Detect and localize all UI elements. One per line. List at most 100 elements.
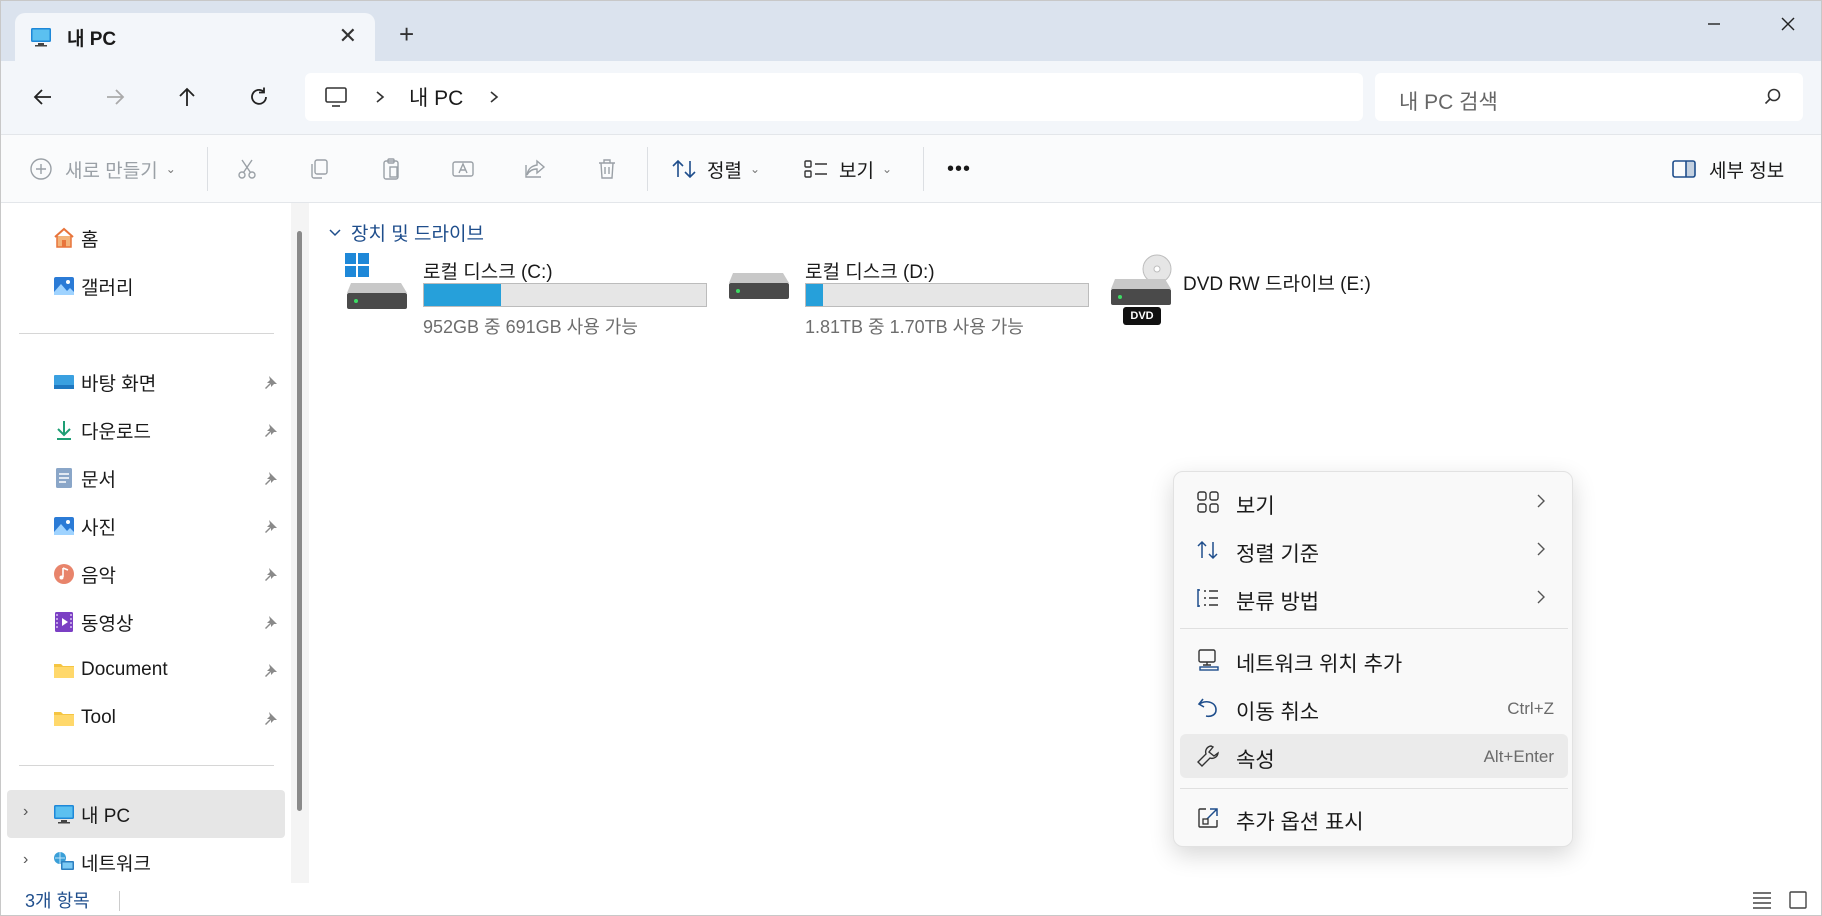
search-icon[interactable]: [1763, 87, 1783, 107]
sidebar-item-music[interactable]: 음악: [51, 553, 116, 595]
chevron-right-icon: [1537, 542, 1545, 556]
breadcrumb-my-pc[interactable]: 내 PC: [409, 82, 463, 112]
divider: [19, 765, 274, 766]
tiles-view-icon[interactable]: [1787, 889, 1809, 911]
rename-button[interactable]: [451, 135, 475, 203]
maximize-button[interactable]: [1681, 1, 1751, 47]
menu-item-show-more-options[interactable]: 추가 옵션 표시: [1180, 796, 1568, 840]
copy-button[interactable]: [307, 135, 331, 203]
pin-icon[interactable]: [263, 710, 279, 726]
pin-icon[interactable]: [263, 614, 279, 630]
title-bar: 내 PC ✕ +: [1, 1, 1821, 61]
hard-drive-icon: [729, 273, 789, 299]
sidebar-item-gallery[interactable]: 갤러리: [51, 265, 133, 307]
divider: [647, 147, 648, 191]
details-pane-button[interactable]: 세부 정보: [1671, 135, 1784, 203]
up-button[interactable]: [169, 79, 205, 115]
status-bar: 3개 항목: [1, 883, 1821, 915]
forward-button[interactable]: [97, 79, 133, 115]
open-external-icon: [1198, 808, 1218, 828]
group-header-devices[interactable]: 장치 및 드라이브: [327, 219, 484, 246]
drive-e-dvd[interactable]: DVD DVD RW 드라이브 (E:): [1109, 253, 1529, 343]
sidebar-item-network[interactable]: 네트워크: [51, 841, 151, 883]
more-options-button[interactable]: •••: [947, 135, 971, 203]
chevron-down-icon: ⌄: [749, 162, 761, 176]
sidebar-item-label: 문서: [81, 469, 116, 491]
pin-icon[interactable]: [263, 662, 279, 678]
folder-icon: [51, 657, 77, 683]
sidebar-item-label: Tool: [81, 707, 116, 728]
menu-item-add-network-location[interactable]: 네트워크 위치 추가: [1180, 638, 1568, 682]
menu-item-sort-by[interactable]: 정렬 기준: [1180, 528, 1568, 572]
sort-button[interactable]: 정렬 ⌄: [671, 135, 760, 203]
menu-item-label: 이동 취소: [1236, 701, 1320, 724]
drive-usage-bar: [805, 283, 1089, 307]
sidebar-item-pictures[interactable]: 사진: [51, 505, 116, 547]
sidebar-scrollbar[interactable]: [291, 203, 309, 883]
sidebar-item-home[interactable]: 홈: [51, 217, 98, 259]
menu-item-properties[interactable]: 속성 Alt+Enter: [1180, 734, 1568, 778]
sidebar-item-documents[interactable]: 문서: [51, 457, 116, 499]
context-menu: 보기 정렬 기준 분류 방법 네트워크 위치 추가 이동 취소 Ctrl+Z 속…: [1173, 471, 1573, 847]
desktop-icon: [51, 369, 77, 395]
paste-button[interactable]: [379, 135, 403, 203]
group-list-icon: [1197, 589, 1218, 607]
sort-label: 정렬: [707, 160, 742, 182]
arrow-left-icon: [33, 89, 51, 105]
menu-item-undo-move[interactable]: 이동 취소 Ctrl+Z: [1180, 686, 1568, 730]
sidebar-item-label: 다운로드: [81, 421, 151, 443]
folder-icon: [51, 705, 77, 731]
new-tab-button[interactable]: +: [399, 21, 414, 47]
refresh-button[interactable]: [241, 79, 277, 115]
computer-icon: [325, 87, 347, 107]
menu-item-shortcut: Alt+Enter: [1483, 747, 1554, 766]
sidebar-item-desktop[interactable]: 바탕 화면: [51, 361, 156, 403]
drive-usage-bar: [423, 283, 707, 307]
breadcrumb-chevron-icon[interactable]: [373, 90, 387, 104]
address-row: 내 PC 내 PC 검색: [1, 61, 1821, 135]
chevron-right-icon[interactable]: ›: [23, 803, 28, 821]
drive-name: 로컬 디스크 (D:): [805, 262, 935, 283]
sidebar-item-document-folder[interactable]: Document: [51, 649, 168, 691]
item-count: 3개 항목: [25, 891, 90, 911]
address-bar[interactable]: 내 PC: [305, 73, 1363, 121]
pin-icon[interactable]: [263, 518, 279, 534]
dvd-badge: DVD: [1123, 307, 1161, 325]
paste-icon: [383, 158, 399, 180]
sidebar-item-downloads[interactable]: 다운로드: [51, 409, 151, 451]
drive-name: 로컬 디스크 (C:): [423, 262, 553, 283]
back-button[interactable]: [25, 79, 61, 115]
details-view-icon[interactable]: [1751, 889, 1773, 911]
chevron-right-icon[interactable]: ›: [23, 851, 28, 869]
menu-divider: [1180, 788, 1568, 789]
rename-icon: [452, 161, 474, 177]
command-bar: 새로 만들기 ⌄ 정렬 ⌄ 보기 ⌄ ••• 세부 정보: [1, 135, 1821, 203]
share-button[interactable]: [523, 135, 547, 203]
drive-c[interactable]: 로컬 디스크 (C:) 952GB 중 691GB 사용 가능: [345, 253, 725, 343]
drive-d[interactable]: 로컬 디스크 (D:) 1.81TB 중 1.70TB 사용 가능: [727, 253, 1107, 343]
sidebar-item-tool-folder[interactable]: Tool: [51, 697, 116, 739]
menu-item-group-by[interactable]: 분류 방법: [1180, 576, 1568, 620]
breadcrumb-chevron-icon[interactable]: [487, 90, 501, 104]
chevron-down-icon: ⌄: [881, 162, 893, 176]
navigation-pane: 홈 갤러리 바탕 화면 다운로드 문서 사진 음악 동영상 Document T…: [1, 203, 309, 883]
pin-icon[interactable]: [263, 422, 279, 438]
share-icon: [525, 159, 546, 178]
cut-button[interactable]: [235, 135, 259, 203]
close-window-button[interactable]: [1753, 1, 1821, 47]
menu-item-view[interactable]: 보기: [1180, 480, 1568, 524]
new-button[interactable]: 새로 만들기 ⌄: [29, 135, 176, 203]
delete-button[interactable]: [595, 135, 619, 203]
pin-icon[interactable]: [263, 374, 279, 390]
pin-icon[interactable]: [263, 566, 279, 582]
sidebar-item-videos[interactable]: 동영상: [51, 601, 133, 643]
home-icon: [51, 225, 77, 251]
tab-close-icon[interactable]: ✕: [339, 25, 357, 47]
view-button[interactable]: 보기 ⌄: [803, 135, 892, 203]
sidebar-item-my-pc[interactable]: 내 PC: [51, 793, 130, 835]
search-placeholder[interactable]: 내 PC 검색: [1399, 86, 1498, 116]
scrollbar-thumb[interactable]: [297, 231, 302, 811]
tab-my-pc[interactable]: 내 PC ✕: [15, 13, 375, 61]
pin-icon[interactable]: [263, 470, 279, 486]
search-box[interactable]: 내 PC 검색: [1375, 73, 1803, 121]
